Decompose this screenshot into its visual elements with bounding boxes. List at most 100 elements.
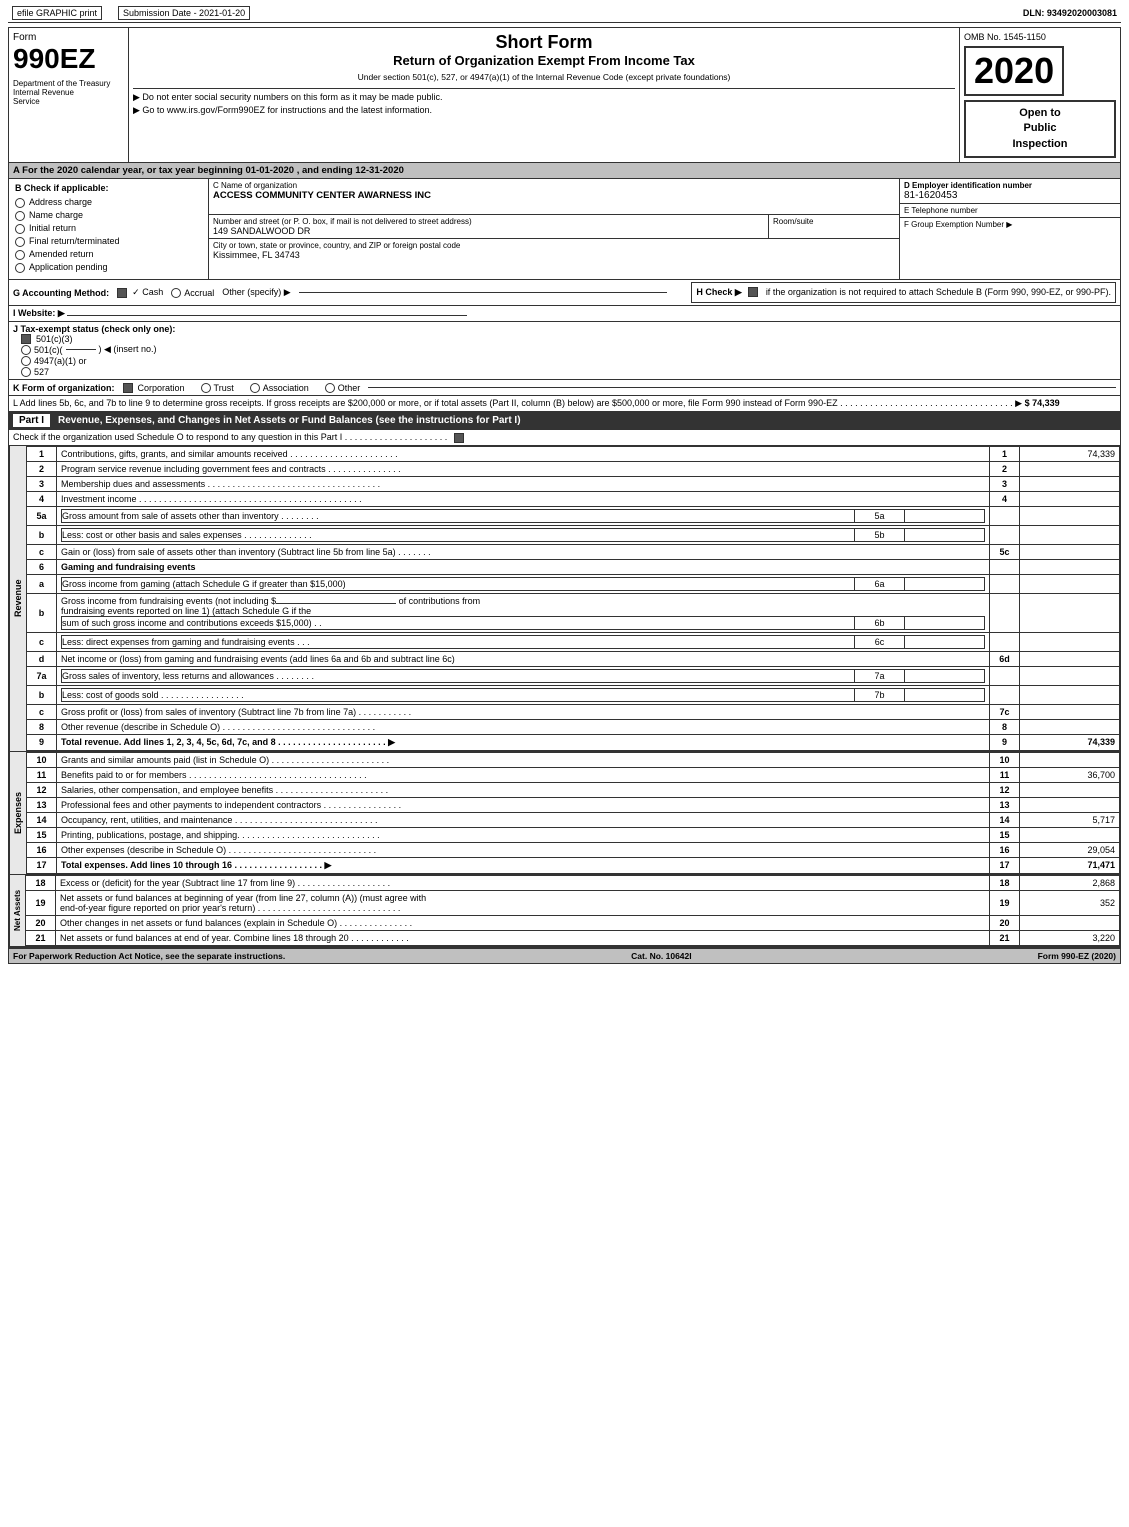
org-name-label: C Name of organization xyxy=(213,181,895,190)
expenses-table: 10 Grants and similar amounts paid (list… xyxy=(26,752,1120,874)
line-14-amount: 5,717 xyxy=(1020,812,1120,827)
table-row: d Net income or (loss) from gaming and f… xyxy=(27,651,1120,666)
top-bar: efile GRAPHIC print Submission Date - 20… xyxy=(8,4,1121,23)
j-527-radio[interactable] xyxy=(21,367,31,377)
table-row: 3 Membership dues and assessments . . . … xyxy=(27,476,1120,491)
table-row: 9 Total revenue. Add lines 1, 2, 3, 4, 5… xyxy=(27,734,1120,750)
final-return-label: Final return/terminated xyxy=(29,236,120,246)
table-row: 18 Excess or (deficit) for the year (Sub… xyxy=(26,875,1120,890)
page: efile GRAPHIC print Submission Date - 20… xyxy=(0,0,1129,968)
table-row: c Gain or (loss) from sale of assets oth… xyxy=(27,544,1120,559)
table-row: 5a Gross amount from sale of assets othe… xyxy=(27,506,1120,525)
amended-return-radio[interactable] xyxy=(15,250,25,260)
k-other-label: Other xyxy=(338,383,361,393)
h-checkbox[interactable] xyxy=(748,287,758,297)
phone-section: E Telephone number xyxy=(900,204,1120,218)
table-row: 11 Benefits paid to or for members . . .… xyxy=(27,767,1120,782)
j-501c-radio[interactable] xyxy=(21,345,31,355)
table-row: 6 Gaming and fundraising events xyxy=(27,559,1120,574)
form-number-section: Form 990EZ Department of the Treasury In… xyxy=(9,28,129,162)
name-change-label: Name charge xyxy=(29,210,83,220)
initial-return-row: Initial return xyxy=(15,223,202,234)
k-other-radio[interactable] xyxy=(325,383,335,393)
address-change-label: Address charge xyxy=(29,197,92,207)
revenue-table: 1 Contributions, gifts, grants, and simi… xyxy=(26,446,1120,751)
table-row: 21 Net assets or fund balances at end of… xyxy=(26,930,1120,945)
section-g: G Accounting Method: ✓ Cash Accrual Othe… xyxy=(8,280,1121,306)
k-label: K Form of organization: xyxy=(13,383,115,393)
h-label: H Check ▶ xyxy=(696,287,741,298)
total-revenue-amount: 74,339 xyxy=(1020,734,1120,750)
address-label: Number and street (or P. O. box, if mail… xyxy=(213,217,764,226)
j-527-label: 527 xyxy=(34,367,49,377)
j-501c3-label: 501(c)(3) xyxy=(36,334,73,344)
k-trust-label: Trust xyxy=(214,383,234,393)
k-trust-radio[interactable] xyxy=(201,383,211,393)
table-row: c Less: direct expenses from gaming and … xyxy=(27,632,1120,651)
group-exempt-label: F Group Exemption Number ▶ xyxy=(904,220,1116,229)
name-change-radio[interactable] xyxy=(15,211,25,221)
i-label: I Website: ▶ xyxy=(13,308,65,318)
form-header: Form 990EZ Department of the Treasury In… xyxy=(8,27,1121,163)
section-j: J Tax-exempt status (check only one): 50… xyxy=(8,322,1121,380)
k-assoc-label: Association xyxy=(263,383,309,393)
h-text: if the organization is not required to a… xyxy=(766,287,1111,297)
l-text: L Add lines 5b, 6c, and 7b to line 9 to … xyxy=(13,398,838,408)
efile-label: efile GRAPHIC print xyxy=(12,6,102,20)
other-specify-line xyxy=(299,292,668,293)
table-row: 15 Printing, publications, postage, and … xyxy=(27,827,1120,842)
line-1-desc: Contributions, gifts, grants, and simila… xyxy=(57,446,990,461)
accrual-radio[interactable] xyxy=(171,288,181,298)
table-row: 13 Professional fees and other payments … xyxy=(27,797,1120,812)
year-box: 2020 xyxy=(964,46,1064,96)
j-label: J Tax-exempt status (check only one): xyxy=(13,324,175,334)
open-to-public: Open to Public Inspection xyxy=(964,100,1116,158)
table-row: 7a Gross sales of inventory, less return… xyxy=(27,666,1120,685)
table-row: 20 Other changes in net assets or fund b… xyxy=(26,915,1120,930)
part-i-checkbox[interactable] xyxy=(454,433,464,443)
dept: Department of the Treasury xyxy=(13,79,124,88)
l-value: $ 74,339 xyxy=(1025,398,1060,408)
dln: DLN: 93492020003081 xyxy=(1023,8,1117,18)
application-pending-radio[interactable] xyxy=(15,263,25,273)
j-501c3-check[interactable] xyxy=(21,334,31,344)
table-row: 14 Occupancy, rent, utilities, and maint… xyxy=(27,812,1120,827)
page-footer: For Paperwork Reduction Act Notice, see … xyxy=(8,947,1121,964)
ein-section: D Employer identification number 81-1620… xyxy=(900,179,1120,204)
application-pending-row: Application pending xyxy=(15,262,202,273)
check-applicable-section: B Check if applicable: Address charge Na… xyxy=(9,179,209,279)
address-value: 149 SANDALWOOD DR xyxy=(213,226,764,236)
form-title: Short Form xyxy=(133,32,955,53)
city-label: City or town, state or province, country… xyxy=(213,241,895,250)
k-corp-check[interactable] xyxy=(123,383,133,393)
cash-label: ✓ Cash xyxy=(132,287,163,298)
j-501c-label: 501(c)( xyxy=(34,345,63,355)
table-row: 8 Other revenue (describe in Schedule O)… xyxy=(27,719,1120,734)
table-row: b Less: cost of goods sold . . . . . . .… xyxy=(27,685,1120,704)
k-assoc-radio[interactable] xyxy=(250,383,260,393)
table-row: 10 Grants and similar amounts paid (list… xyxy=(27,752,1120,767)
cash-checkbox[interactable] xyxy=(117,288,127,298)
table-row: c Gross profit or (loss) from sales of i… xyxy=(27,704,1120,719)
footer-middle: Cat. No. 10642I xyxy=(631,951,691,961)
expenses-label: Expenses xyxy=(9,752,26,874)
part-i-check-line: Check if the organization used Schedule … xyxy=(8,430,1121,446)
name-change-row: Name charge xyxy=(15,210,202,221)
table-row: 19 Net assets or fund balances at beginn… xyxy=(26,890,1120,915)
final-return-radio[interactable] xyxy=(15,237,25,247)
form-label: Form xyxy=(13,32,124,43)
omb-number: OMB No. 1545-1150 xyxy=(964,32,1116,42)
section-a: A For the 2020 calendar year, or tax yea… xyxy=(8,163,1121,179)
b-c-d-section: B Check if applicable: Address charge Na… xyxy=(8,179,1121,280)
ein-value: 81-1620453 xyxy=(904,190,1116,201)
initial-return-radio[interactable] xyxy=(15,224,25,234)
initial-return-label: Initial return xyxy=(29,223,76,233)
amended-return-label: Amended return xyxy=(29,249,94,259)
j-4947-radio[interactable] xyxy=(21,356,31,366)
other-label: Other (specify) ▶ xyxy=(222,287,290,298)
d-e-f-section: D Employer identification number 81-1620… xyxy=(900,179,1120,279)
address-change-radio[interactable] xyxy=(15,198,25,208)
notice1: ▶ Do not enter social security numbers o… xyxy=(133,88,955,103)
j-insert-no xyxy=(66,349,96,350)
bureau: Internal Revenue xyxy=(13,88,124,97)
